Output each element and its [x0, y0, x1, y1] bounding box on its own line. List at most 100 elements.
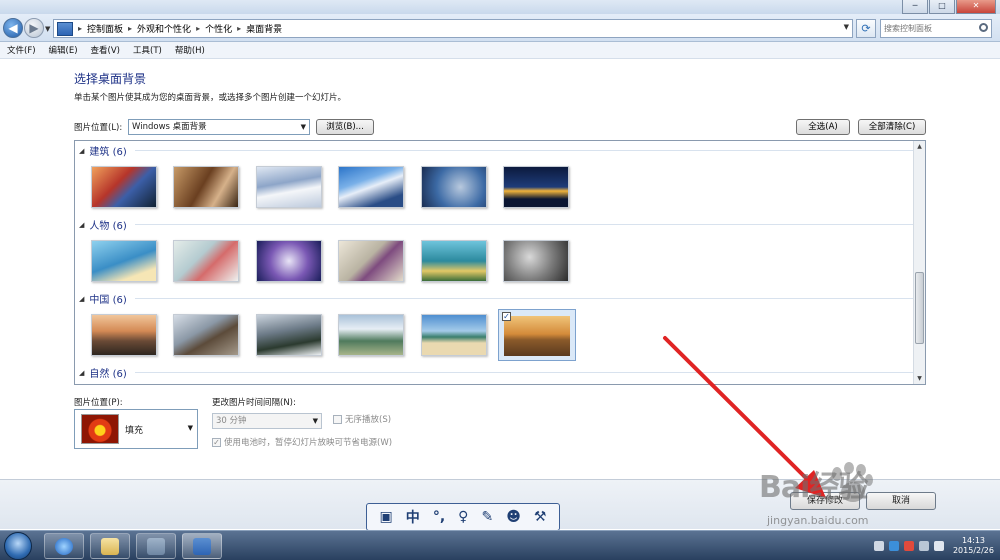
checkbox-unchecked-icon[interactable]	[333, 414, 342, 424]
menu-view[interactable]: 查看(V)	[91, 44, 120, 56]
clock-time: 14:13	[961, 536, 986, 545]
show-hidden-icons-icon[interactable]	[873, 541, 884, 551]
search-box[interactable]	[880, 19, 992, 38]
wallpaper-thumbnail[interactable]	[256, 240, 322, 282]
breadcrumb-appearance[interactable]: 外观和个性化	[137, 22, 191, 35]
wallpaper-thumbnail[interactable]	[91, 240, 157, 282]
group-title: 人物 (6)	[89, 221, 127, 232]
battery-pause-checkbox[interactable]: ✓ 使用电池时，暂停幻灯片放映可节省电源(W)	[212, 436, 392, 448]
wallpaper-thumbnail[interactable]	[503, 240, 569, 282]
collapse-icon[interactable]: ◢	[79, 147, 84, 155]
group-header[interactable]: ◢ 中国 (6)	[79, 291, 913, 306]
refresh-button[interactable]: ⟳	[856, 19, 876, 38]
wallpaper-thumbnail[interactable]	[173, 314, 239, 356]
group-header[interactable]: ◢ 人物 (6)	[79, 217, 913, 232]
network-icon[interactable]	[918, 541, 929, 551]
picture-position-select[interactable]: 填充 ▼	[74, 409, 198, 449]
group-header[interactable]: ◢ 自然 (6)	[79, 365, 913, 380]
collapse-icon[interactable]: ◢	[79, 369, 84, 377]
recent-pages-dropdown[interactable]: ▼	[45, 25, 50, 33]
wallpaper-thumbnail[interactable]	[173, 240, 239, 282]
address-bar[interactable]: ▸ 控制面板 ▸ 外观和个性化 ▸ 个性化 ▸ 桌面背景 ▼	[53, 19, 853, 38]
interval-select[interactable]: 30 分钟 ▼	[212, 413, 322, 429]
window-controls: ─ □ ✕	[902, 0, 996, 14]
menu-help[interactable]: 帮助(H)	[175, 44, 205, 56]
wallpaper-thumbnail[interactable]	[91, 166, 157, 208]
forward-arrow-icon: ▶	[29, 21, 39, 35]
menu-file[interactable]: 文件(F)	[7, 44, 36, 56]
minimize-button[interactable]: ─	[902, 0, 928, 14]
breadcrumb-personalization[interactable]: 个性化	[205, 22, 232, 35]
handwriting-indicator[interactable]: ✎	[481, 509, 493, 525]
chevron-down-icon[interactable]: ▼	[844, 23, 849, 31]
breadcrumb-control-panel[interactable]: 控制面板	[87, 22, 123, 35]
user-icon[interactable]: ☻	[506, 509, 521, 525]
clock[interactable]: 14:13 2015/2/26	[953, 536, 994, 556]
wallpaper-thumbnail[interactable]	[421, 240, 487, 282]
security-shield-icon[interactable]	[888, 541, 899, 551]
wallpaper-thumbnail[interactable]	[338, 314, 404, 356]
group-header[interactable]: ◢ 建筑 (6)	[79, 143, 913, 158]
menu-tools[interactable]: 工具(T)	[133, 44, 162, 56]
start-button[interactable]	[4, 532, 32, 560]
scrollbar-thumb[interactable]	[915, 272, 924, 344]
wrench-icon[interactable]: ⚒	[534, 509, 547, 525]
taskbar-ie[interactable]	[44, 533, 84, 559]
wallpaper-thumbnail[interactable]	[338, 166, 404, 208]
picture-location-select[interactable]: Windows 桌面背景 ▼	[128, 119, 310, 135]
wallpaper-thumbnail[interactable]	[421, 166, 487, 208]
volume-icon[interactable]	[933, 541, 944, 551]
chevron-down-icon: ▼	[187, 424, 193, 432]
picture-position-value: 填充	[125, 426, 144, 436]
wallpaper-thumbnail[interactable]	[338, 240, 404, 282]
clear-all-button[interactable]: 全部清除(C)	[858, 119, 926, 135]
browse-button[interactable]: 浏览(B)...	[316, 119, 374, 135]
taskbar-control-panel[interactable]	[182, 533, 222, 559]
select-all-button[interactable]: 全选(A)	[796, 119, 850, 135]
action-center-flag-icon[interactable]	[903, 541, 914, 551]
chevron-right-icon[interactable]: ▸	[78, 24, 82, 33]
wallpaper-thumbnail-selected[interactable]: ✓	[498, 309, 576, 361]
back-button[interactable]: ◀	[3, 18, 23, 38]
watermark-url: jingyan.baidu.com	[767, 514, 869, 527]
close-button[interactable]: ✕	[956, 0, 996, 14]
wallpaper-gallery: ◢ 建筑 (6) ◢ 人物 (6) ◢ 中国 (6) ✓ ◢ 自然 (6) ▲ …	[74, 140, 926, 385]
chevron-right-icon[interactable]: ▸	[196, 24, 200, 33]
checkbox-checked-icon[interactable]: ✓	[212, 437, 221, 447]
checkbox-checked-icon[interactable]: ✓	[502, 312, 511, 321]
collapse-icon[interactable]: ◢	[79, 295, 84, 303]
application-icon	[147, 538, 165, 555]
collapse-icon[interactable]: ◢	[79, 221, 84, 229]
shuffle-checkbox[interactable]: 无序播放(S)	[333, 413, 391, 425]
picture-location-label: 图片位置(L):	[74, 123, 123, 133]
ime-logo-icon[interactable]: ▣	[380, 509, 393, 525]
paw-logo-icon	[832, 462, 873, 502]
picture-location-value: Windows 桌面背景	[132, 122, 207, 132]
search-input[interactable]	[881, 20, 975, 37]
group-china: ◢ 中国 (6) ✓	[75, 291, 913, 363]
wallpaper-thumbnail[interactable]	[503, 166, 569, 208]
taskbar-app[interactable]	[136, 533, 176, 559]
scroll-down-arrow-icon[interactable]: ▼	[914, 373, 925, 384]
chevron-right-icon[interactable]: ▸	[128, 24, 132, 33]
search-icon[interactable]	[979, 23, 988, 32]
wallpaper-thumbnail[interactable]	[173, 166, 239, 208]
vertical-scrollbar[interactable]: ▲ ▼	[913, 141, 925, 384]
forward-button[interactable]: ▶	[24, 18, 44, 38]
maximize-button[interactable]: □	[929, 0, 955, 14]
punctuation-indicator[interactable]: °,	[433, 509, 445, 525]
wallpaper-thumbnail[interactable]	[421, 314, 487, 356]
breadcrumb-desktop-background[interactable]: 桌面背景	[246, 22, 282, 35]
group-title: 中国 (6)	[89, 295, 127, 306]
menu-edit[interactable]: 编辑(E)	[49, 44, 78, 56]
chinese-mode-indicator[interactable]: 中	[406, 507, 420, 527]
group-nature: ◢ 自然 (6)	[75, 365, 913, 384]
wallpaper-thumbnail[interactable]	[256, 314, 322, 356]
chevron-right-icon[interactable]: ▸	[237, 24, 241, 33]
wallpaper-thumbnail[interactable]	[256, 166, 322, 208]
microphone-icon[interactable]: ♀	[458, 509, 468, 525]
wallpaper-thumbnail[interactable]	[91, 314, 157, 356]
taskbar-explorer[interactable]	[90, 533, 130, 559]
scroll-up-arrow-icon[interactable]: ▲	[914, 141, 925, 152]
navigation-bar: ◀ ▶ ▼ ▸ 控制面板 ▸ 外观和个性化 ▸ 个性化 ▸ 桌面背景 ▼ ⟳	[0, 14, 1000, 42]
